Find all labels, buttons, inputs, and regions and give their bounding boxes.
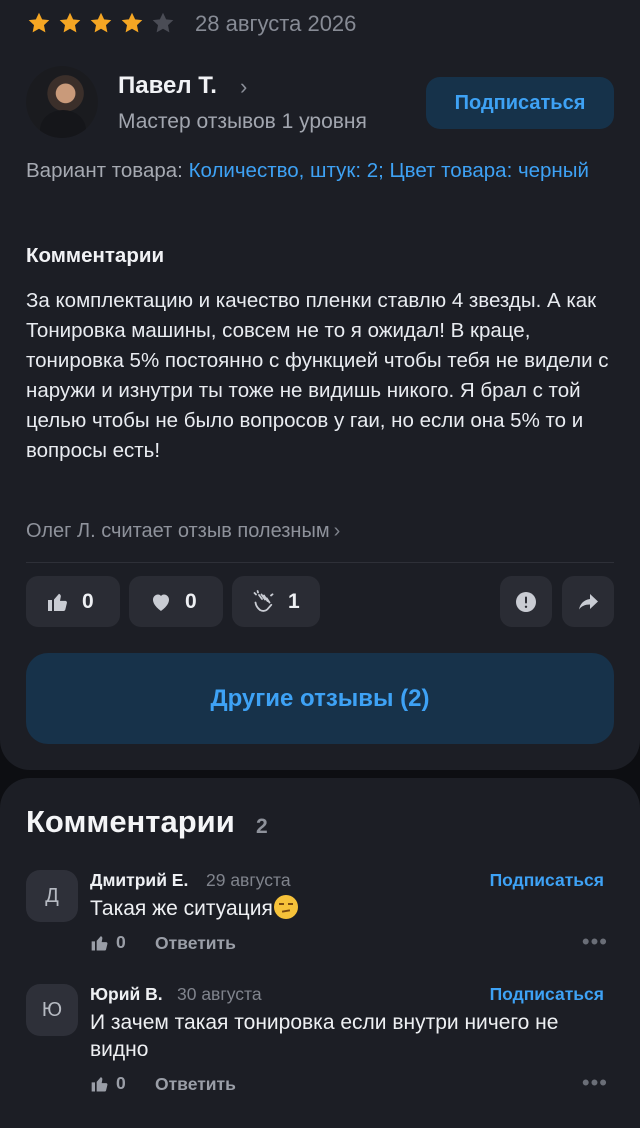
comments-count: 2 bbox=[256, 815, 268, 838]
reply-button[interactable]: Ответить bbox=[155, 1074, 236, 1095]
variant-value-link[interactable]: Количество, штук: 2; Цвет товара: черный bbox=[189, 159, 589, 182]
thumbs-up-icon bbox=[91, 1076, 108, 1091]
star-icon bbox=[88, 10, 114, 36]
star-icon bbox=[26, 10, 52, 36]
thumbs-up-icon bbox=[91, 935, 108, 950]
author-level: Мастер отзывов 1 уровня bbox=[118, 110, 367, 133]
heart-icon bbox=[153, 594, 169, 611]
comment-like-button[interactable]: 0 bbox=[90, 932, 126, 953]
subscribe-link[interactable]: Подписаться bbox=[490, 870, 604, 891]
more-dots-icon[interactable]: ••• bbox=[582, 929, 608, 955]
commenter-name[interactable]: Дмитрий Е. bbox=[90, 870, 188, 891]
comment-text-content: Такая же ситуация bbox=[90, 897, 273, 920]
star-icon bbox=[150, 10, 176, 36]
clap-icon bbox=[253, 589, 274, 612]
report-button[interactable] bbox=[500, 576, 552, 627]
author-name[interactable]: Павел Т. bbox=[118, 72, 217, 100]
star-icon bbox=[119, 10, 145, 36]
share-button[interactable] bbox=[562, 576, 614, 627]
chevron-right-icon: › bbox=[333, 520, 341, 542]
heart-reaction-button[interactable]: 0 bbox=[129, 576, 223, 627]
emoji-unamused-icon bbox=[273, 895, 298, 919]
comment-like-count: 0 bbox=[116, 932, 126, 952]
comments-panel: Комментарии 2 Д Дмитрий Е. 29 августа По… bbox=[0, 778, 640, 1128]
star-icon bbox=[57, 10, 83, 36]
divider bbox=[26, 562, 614, 563]
more-dots-icon[interactable]: ••• bbox=[582, 1070, 608, 1096]
commenter-avatar[interactable]: Ю bbox=[26, 984, 78, 1036]
share-icon bbox=[579, 593, 598, 609]
clap-reaction-button[interactable]: 1 bbox=[232, 576, 320, 627]
clap-count: 1 bbox=[288, 589, 300, 613]
variant-label: Вариант товара: bbox=[26, 159, 183, 182]
reply-button[interactable]: Ответить bbox=[155, 933, 236, 954]
commenter-avatar[interactable]: Д bbox=[26, 870, 78, 922]
commenter-name[interactable]: Юрий В. bbox=[90, 984, 163, 1005]
like-reaction-button[interactable]: 0 bbox=[26, 576, 120, 627]
warning-icon bbox=[516, 591, 536, 612]
review-date: 28 августа 2026 bbox=[195, 11, 357, 36]
useful-note[interactable]: Олег Л. считает отзыв полезным › bbox=[26, 520, 340, 543]
like-count: 0 bbox=[82, 589, 94, 613]
heart-count: 0 bbox=[185, 589, 197, 613]
rating-stars bbox=[26, 10, 181, 36]
author-avatar[interactable] bbox=[26, 66, 98, 138]
review-card: 28 августа 2026 Павел Т. › Мастер отзыво… bbox=[0, 0, 640, 770]
subscribe-button[interactable]: Подписаться bbox=[426, 77, 614, 129]
subscribe-link[interactable]: Подписаться bbox=[490, 984, 604, 1005]
other-reviews-button[interactable]: Другие отзывы (2) bbox=[26, 653, 614, 744]
comments-title: Комментарии bbox=[26, 804, 235, 839]
comment-like-count: 0 bbox=[116, 1073, 126, 1093]
useful-text: Олег Л. считает отзыв полезным bbox=[26, 520, 330, 542]
comment-like-button[interactable]: 0 bbox=[90, 1073, 126, 1094]
comment-text: Такая же ситуация bbox=[90, 895, 610, 922]
comment-date: 30 августа bbox=[177, 984, 262, 1004]
comment-text: И зачем такая тонировка если внутри ниче… bbox=[90, 1011, 559, 1061]
thumbs-up-icon bbox=[48, 593, 67, 611]
comment-date: 29 августа bbox=[206, 870, 291, 890]
chevron-right-icon[interactable]: › bbox=[240, 74, 247, 100]
review-text: За комплектацию и качество пленки ставлю… bbox=[26, 289, 609, 462]
product-variant: Вариант товара: Количество, штук: 2; Цве… bbox=[26, 156, 616, 185]
review-comment-heading: Комментарии bbox=[26, 244, 165, 267]
